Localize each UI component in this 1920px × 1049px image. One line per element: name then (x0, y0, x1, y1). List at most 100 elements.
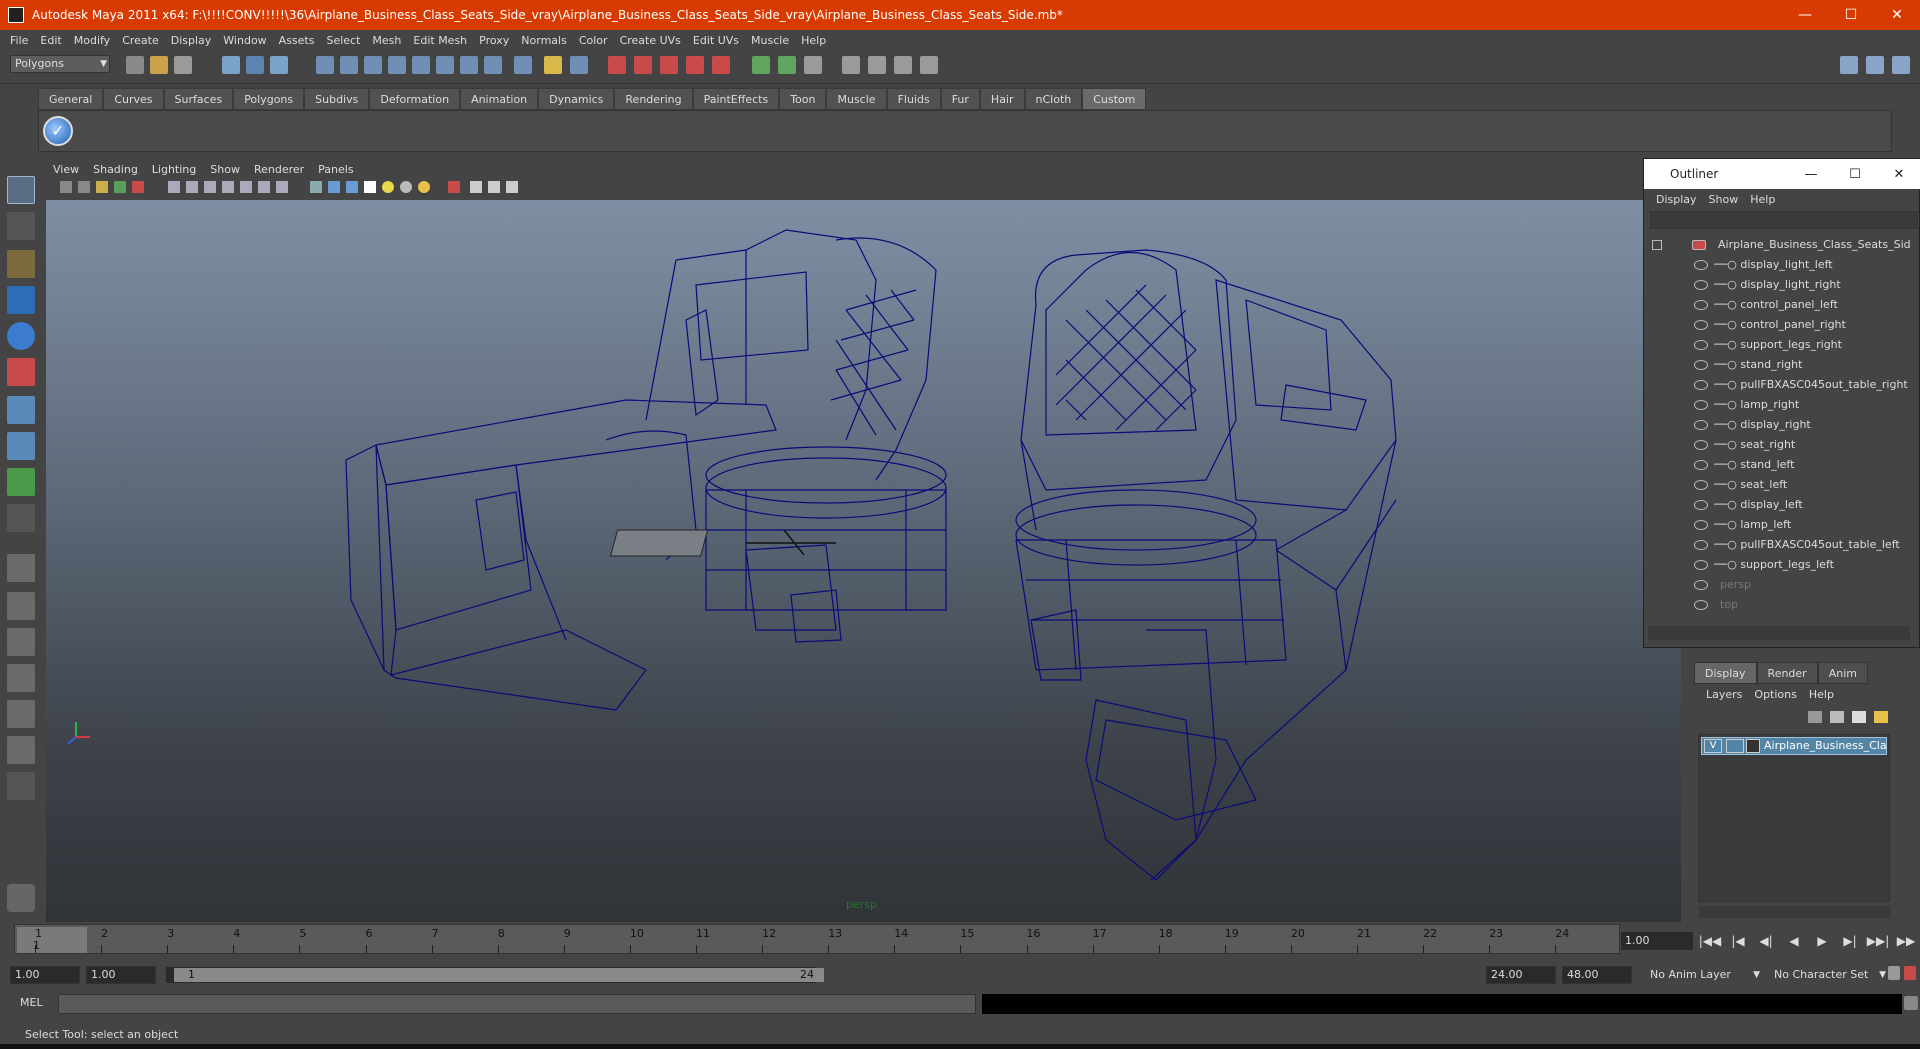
outliner-menu-display[interactable]: Display (1650, 193, 1703, 206)
outliner-item-row[interactable]: ──○ stand_right (1644, 355, 1910, 375)
tab-muscle[interactable]: Muscle (826, 88, 887, 110)
outliner-item-row[interactable]: ──○ seat_right (1644, 435, 1910, 455)
bookmark-icon[interactable] (78, 181, 90, 193)
menu-proxy[interactable]: Proxy (473, 34, 515, 47)
checkmark-shelf-icon[interactable]: ✓ (43, 116, 73, 146)
mel-command-input[interactable] (58, 994, 976, 1014)
tab-toon[interactable]: Toon (779, 88, 827, 110)
tab-curves[interactable]: Curves (103, 88, 164, 110)
smooth-shade-icon[interactable] (328, 181, 340, 193)
panel-menu-renderer[interactable]: Renderer (247, 163, 311, 176)
layer-menu-help[interactable]: Help (1803, 686, 1840, 704)
step-forward-key-icon[interactable]: ▶▶| (1864, 932, 1892, 950)
outliner-item-row[interactable]: ──○ control_panel_left (1644, 295, 1910, 315)
tab-display-layers[interactable]: Display (1694, 662, 1757, 684)
step-back-key-icon[interactable]: |◀ (1724, 932, 1752, 950)
select-object-icon[interactable] (246, 56, 264, 74)
collapse-icon[interactable] (1652, 240, 1662, 250)
tab-general[interactable]: General (38, 88, 104, 110)
playback-start-field[interactable]: 1.00 (86, 966, 156, 984)
panel-menu-shading[interactable]: Shading (86, 163, 145, 176)
minimize-button[interactable]: — (1782, 0, 1828, 30)
panel-layout-icon[interactable] (1840, 56, 1858, 74)
panel-menu-view[interactable]: View (46, 163, 86, 176)
default-light-icon[interactable] (382, 181, 394, 193)
step-forward-frame-icon[interactable]: ▶| (1836, 932, 1864, 950)
outliner-camera-row[interactable]: top (1644, 595, 1910, 615)
save-scene-icon[interactable] (174, 56, 192, 74)
tab-custom[interactable]: Custom (1082, 88, 1147, 110)
menu-window[interactable]: Window (217, 34, 272, 47)
tab-subdivs[interactable]: Subdivs (304, 88, 370, 110)
hypershade-pane-icon[interactable] (7, 700, 35, 728)
panel-menu-lighting[interactable]: Lighting (145, 163, 203, 176)
outliner-menu-help[interactable]: Help (1744, 193, 1781, 206)
image-plane-icon[interactable] (96, 181, 108, 193)
rotate-tool-icon[interactable] (7, 322, 35, 350)
outliner-item-row[interactable]: ──○ pullFBXASC045out_table_left (1644, 535, 1910, 555)
outliner-filter-input[interactable] (1650, 211, 1918, 229)
outliner-item-row[interactable]: ──○ support_legs_right (1644, 335, 1910, 355)
outliner-horizontal-scrollbar[interactable] (1648, 626, 1910, 640)
menu-select[interactable]: Select (320, 34, 366, 47)
go-to-end-icon[interactable]: ▶▶ (1892, 932, 1920, 950)
outliner-root-row[interactable]: Airplane_Business_Class_Seats_Side (1644, 235, 1910, 255)
perspective-viewport[interactable]: persp (46, 200, 1681, 922)
soft-mod-icon[interactable] (7, 432, 35, 460)
camera-attrs-icon[interactable] (60, 181, 72, 193)
help-icon[interactable] (514, 56, 532, 74)
history-icon[interactable] (460, 56, 478, 74)
panel-menu-show[interactable]: Show (203, 163, 247, 176)
tab-anim-layers[interactable]: Anim (1817, 662, 1868, 684)
outliner-minimize-button[interactable]: — (1789, 167, 1833, 182)
outliner-item-row[interactable]: ──○ control_panel_right (1644, 315, 1910, 335)
outliner-item-row[interactable]: ──○ display_light_left (1644, 255, 1910, 275)
move-tool-icon[interactable] (7, 286, 35, 314)
outliner-close-button[interactable]: ✕ (1877, 167, 1920, 182)
ipr-render-icon[interactable] (778, 56, 796, 74)
menu-help[interactable]: Help (795, 34, 832, 47)
menu-assets[interactable]: Assets (273, 34, 321, 47)
safe-title-icon[interactable] (276, 181, 288, 193)
show-manip-icon[interactable] (7, 468, 35, 496)
layer-horizontal-scrollbar[interactable] (1698, 906, 1890, 918)
pick-mask-icon[interactable] (316, 56, 334, 74)
mel-label[interactable]: MEL (20, 996, 43, 1009)
menu-display[interactable]: Display (165, 34, 218, 47)
tab-animation[interactable]: Animation (460, 88, 539, 110)
lasso-tool-icon[interactable] (7, 212, 35, 240)
script-editor-icon[interactable] (1904, 996, 1918, 1010)
persp-outliner-pane-icon[interactable] (7, 628, 35, 656)
persp-outliner-layout-icon[interactable] (1892, 56, 1910, 74)
new-scene-icon[interactable] (126, 56, 144, 74)
anim-prefs-icon[interactable] (1904, 966, 1916, 980)
attribute-editor-icon[interactable] (842, 56, 860, 74)
range-slider[interactable]: 1 24 (166, 967, 824, 983)
tab-hair[interactable]: Hair (979, 88, 1025, 110)
close-button[interactable]: ✕ (1874, 0, 1920, 30)
tab-dynamics[interactable]: Dynamics (538, 88, 615, 110)
outliner-item-row[interactable]: ──○ display_right (1644, 415, 1910, 435)
snap-curve-icon[interactable] (364, 56, 382, 74)
selection-highlight-icon[interactable] (570, 56, 588, 74)
menu-muscle[interactable]: Muscle (745, 34, 795, 47)
new-layer-selected-icon[interactable] (1874, 711, 1888, 723)
menu-set-dropdown[interactable]: Polygons ▼ (10, 55, 110, 73)
two-d-pan-icon[interactable] (114, 181, 126, 193)
shadows-icon[interactable] (418, 181, 430, 193)
field-chart-icon[interactable] (240, 181, 252, 193)
tab-surfaces[interactable]: Surfaces (163, 88, 234, 110)
all-lights-icon[interactable] (400, 181, 412, 193)
snap-view-icon[interactable] (686, 56, 704, 74)
single-pane-layout-icon[interactable] (7, 554, 35, 582)
layer-visibility-toggle[interactable]: V (1704, 739, 1722, 753)
select-hierarchy-icon[interactable] (222, 56, 240, 74)
layout-more-icon[interactable] (7, 772, 35, 800)
select-component-icon[interactable] (270, 56, 288, 74)
wireframe-icon[interactable] (310, 181, 322, 193)
scale-tool-icon[interactable] (7, 358, 35, 386)
menu-color[interactable]: Color (573, 34, 614, 47)
render-frame-icon[interactable] (752, 56, 770, 74)
outliner-maximize-button[interactable]: ☐ (1833, 167, 1877, 182)
construction-icon[interactable] (484, 56, 502, 74)
